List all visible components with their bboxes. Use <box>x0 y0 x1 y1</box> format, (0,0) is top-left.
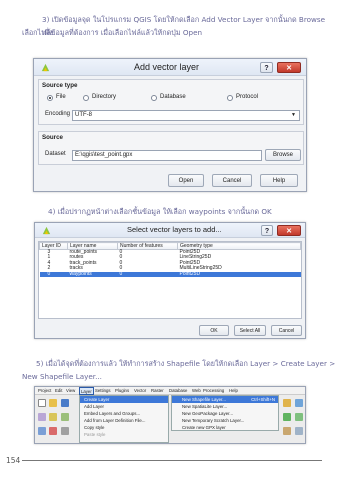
help-title-button[interactable]: ? <box>261 225 273 236</box>
radio-database-label: Database <box>160 94 186 100</box>
measure-icon[interactable] <box>283 427 291 435</box>
dialog-title: Add vector layer <box>134 62 200 72</box>
dialog-title: Select vector layers to add... <box>127 225 222 234</box>
digitize-icon[interactable] <box>49 413 57 421</box>
select-all-button[interactable]: Select All <box>234 325 266 336</box>
help-button[interactable]: Help <box>260 174 298 187</box>
col-number-of-features[interactable]: Number of features <box>117 242 178 250</box>
footer-rule <box>22 460 322 461</box>
radio-protocol-label: Protocol <box>236 94 259 100</box>
geometry-type: Point25D <box>177 271 301 278</box>
close-button[interactable]: ✕ <box>277 62 301 73</box>
qgis-logo-icon <box>42 226 51 235</box>
pin-icon[interactable] <box>283 399 291 407</box>
copy-icon[interactable] <box>295 399 303 407</box>
step3-line2: เลือกไฟล์ข้อมูลที่ต้องการ เมื่อเลือกไฟล์… <box>22 28 203 37</box>
table-row-selected[interactable]: 0 waypoints 0 Point25D <box>39 271 301 278</box>
new-shapefile-label: New Shapefile Layer... <box>182 397 226 402</box>
step4-line1: 4) เมื่อปรากฏหน้าต่างเลือกชั้นข้อมูล ให้… <box>48 207 272 216</box>
new-project-icon[interactable] <box>38 399 46 407</box>
shortcut-label: Ctrl+Shift+N <box>251 397 275 402</box>
close-button[interactable]: ✕ <box>277 225 301 236</box>
source-type-title: Source type <box>42 82 78 89</box>
manual-page: 3) เปิดข้อมูลจุด ในโปรแกรม QGIS โดยให้กด… <box>0 0 338 480</box>
dialog-titlebar: Add vector layer ? ✕ <box>34 59 306 76</box>
radio-file[interactable] <box>47 95 53 101</box>
source-group: Source Dataset E:\qgis\test_point.gpx Br… <box>38 131 304 165</box>
cancel-button[interactable]: Cancel <box>212 174 252 187</box>
feature-count: 0 <box>117 271 178 278</box>
add-layer-icon[interactable] <box>295 413 303 421</box>
edit-pencil-icon[interactable] <box>38 413 46 421</box>
source-type-group: Source type File Directory Database Prot… <box>38 79 304 125</box>
layers-table: Layer ID Layer name Number of features G… <box>39 242 301 278</box>
menu-item-embed-layers[interactable]: Embed Layers and Groups... <box>80 410 168 417</box>
radio-file-label: File <box>56 94 66 100</box>
menu-item-new-gpx[interactable]: Create new GPX layer <box>172 424 278 431</box>
menu-item-create-layer[interactable]: Create Layer <box>80 396 168 403</box>
ok-button[interactable]: OK <box>199 325 229 336</box>
menu-edit[interactable]: Edit <box>55 388 62 393</box>
menu-project[interactable]: Project <box>38 388 51 393</box>
open-button[interactable]: Open <box>168 174 204 187</box>
menu-item-new-scratch[interactable]: New Temporary Scratch Layer... <box>172 417 278 424</box>
radio-database[interactable] <box>151 95 157 101</box>
menu-help[interactable]: Help <box>229 388 238 393</box>
col-layer-id[interactable]: Layer ID <box>39 242 68 250</box>
dialog-titlebar: Select vector layers to add... ? ✕ <box>35 223 305 238</box>
menu-item-new-spatialite[interactable]: New SpatiaLite Layer... <box>172 403 278 410</box>
menu-item-new-geopackage[interactable]: New GeoPackage Layer... <box>172 410 278 417</box>
create-layer-submenu: New Shapefile Layer... Ctrl+Shift+N New … <box>171 395 279 431</box>
encoding-select[interactable]: UTF-8 ▼ <box>72 110 300 121</box>
menubar: Project Edit View Layer Settings Plugins… <box>35 387 305 395</box>
add-raster-icon[interactable] <box>283 413 291 421</box>
chevron-down-icon: ▼ <box>291 112 296 118</box>
qgis-menu-screenshot: Project Edit View Layer Settings Plugins… <box>34 386 306 444</box>
menu-web[interactable]: Web <box>192 388 201 393</box>
identify-icon[interactable] <box>295 427 303 435</box>
menu-view[interactable]: View <box>66 388 75 393</box>
page-number: 154 <box>6 456 21 465</box>
dataset-input[interactable]: E:\qgis\test_point.gpx <box>72 150 262 161</box>
save-icon[interactable] <box>61 399 69 407</box>
menu-processing[interactable]: Processing <box>203 388 224 393</box>
radio-directory-label: Directory <box>92 94 117 100</box>
menu-item-new-shapefile[interactable]: New Shapefile Layer... Ctrl+Shift+N <box>172 396 278 403</box>
qgis-logo-icon <box>41 63 50 72</box>
add-vector-layer-dialog: Add vector layer ? ✕ Source type File Di… <box>33 58 307 192</box>
layer-menu: Create Layer Add Layer Embed Layers and … <box>79 395 169 443</box>
menu-database[interactable]: Database <box>169 388 187 393</box>
menu-raster[interactable]: Raster <box>151 388 164 393</box>
layer-id: 0 <box>39 271 68 278</box>
select-vector-layers-dialog: Select vector layers to add... ? ✕ Layer… <box>34 222 306 339</box>
step5-line2: New Shapefile Layer... <box>22 372 102 381</box>
source-title: Source <box>42 134 63 141</box>
encoding-value: UTF-8 <box>75 112 92 118</box>
delete-icon[interactable] <box>49 427 57 435</box>
cancel-button[interactable]: Cancel <box>271 325 302 336</box>
menu-settings[interactable]: Settings <box>95 388 111 393</box>
open-folder-icon[interactable] <box>49 399 57 407</box>
layer-name: waypoints <box>67 271 118 278</box>
radio-directory[interactable] <box>83 95 89 101</box>
step5-line1: 5) เมื่อได้จุดที่ต้องการแล้ว ให้ทำการสร้… <box>36 359 336 368</box>
undo-icon[interactable] <box>61 427 69 435</box>
menu-layer[interactable]: Layer <box>79 387 94 395</box>
menu-item-copy-style[interactable]: Copy style <box>80 424 168 431</box>
help-title-button[interactable]: ? <box>260 62 273 73</box>
pan-icon[interactable] <box>38 427 46 435</box>
menu-plugins[interactable]: Plugins <box>115 388 129 393</box>
dataset-label: Dataset <box>45 151 66 157</box>
radio-protocol[interactable] <box>227 95 233 101</box>
browse-button[interactable]: Browse <box>265 149 301 161</box>
menu-vector[interactable]: Vector <box>134 388 146 393</box>
encoding-label: Encoding <box>45 111 71 117</box>
node-tool-icon[interactable] <box>61 413 69 421</box>
menu-item-paste-style[interactable]: Paste style <box>80 431 168 438</box>
menu-item-add-layer[interactable]: Add Layer <box>80 403 168 410</box>
menu-item-add-from-definition[interactable]: Add from Layer Definition File... <box>80 417 168 424</box>
